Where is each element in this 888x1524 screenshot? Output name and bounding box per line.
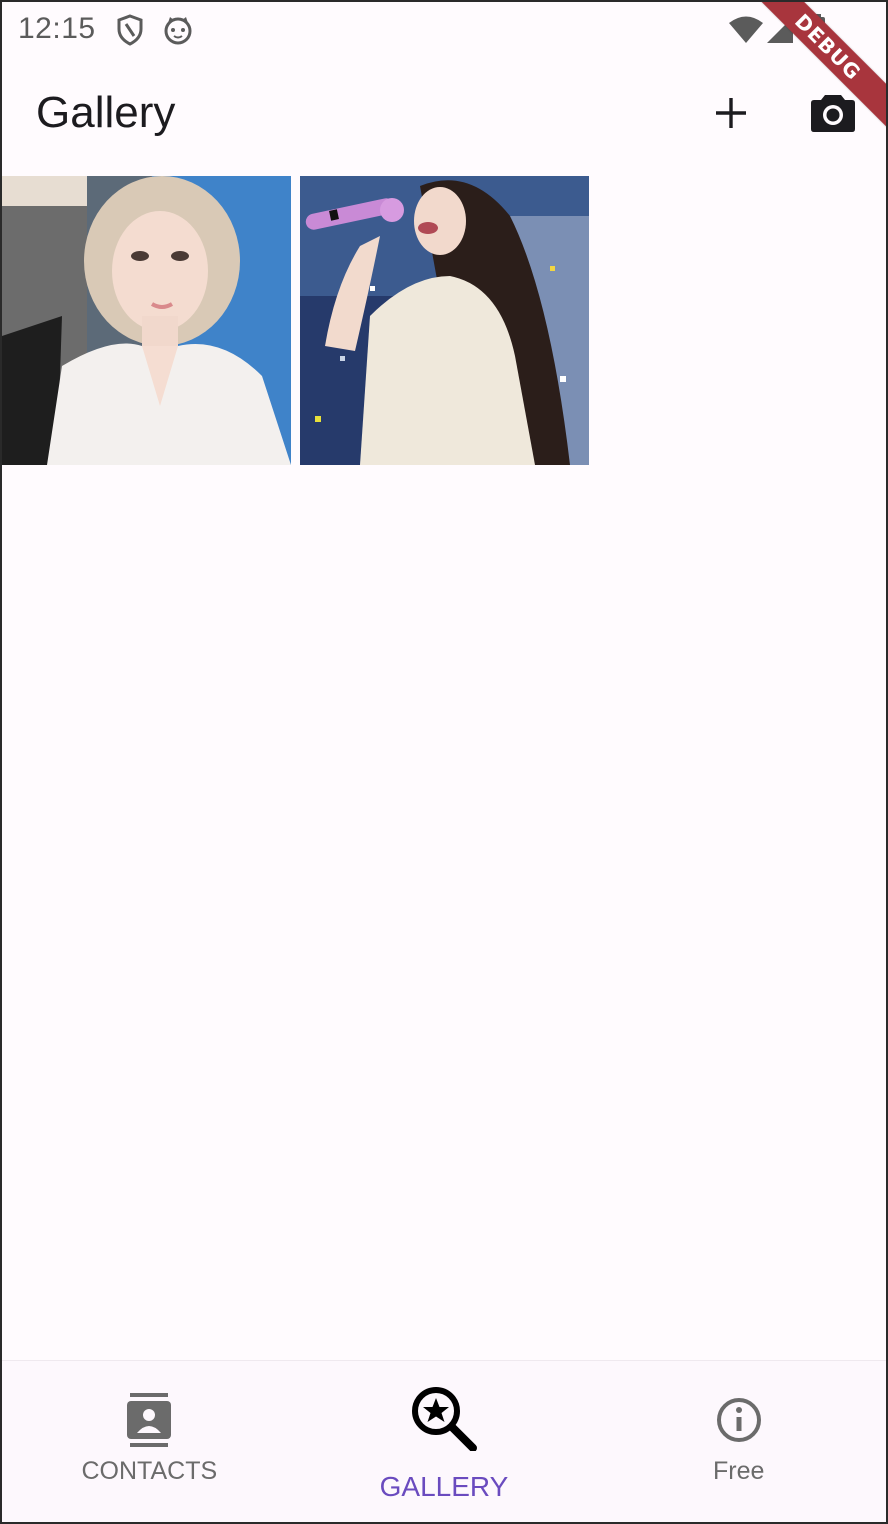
bottom-navigation: CONTACTS GALLERY Free	[2, 1360, 886, 1522]
photo-singer-image	[300, 176, 589, 465]
info-icon	[716, 1397, 762, 1448]
photo-selfie-image	[2, 176, 291, 465]
cat-face-icon	[162, 14, 194, 51]
gallery-grid	[2, 176, 589, 465]
status-time: 12:15	[18, 12, 96, 45]
page-title: Gallery	[36, 88, 176, 137]
camera-button[interactable]	[808, 90, 858, 140]
nav-label-gallery: GALLERY	[379, 1471, 509, 1502]
wifi-icon	[728, 16, 764, 49]
nav-item-gallery[interactable]: GALLERY	[297, 1361, 592, 1522]
gallery-photo-2[interactable]	[300, 176, 589, 465]
nav-item-contacts[interactable]: CONTACTS	[2, 1361, 297, 1522]
add-button[interactable]	[706, 90, 756, 140]
contacts-icon	[126, 1393, 172, 1452]
image-search-icon	[410, 1385, 478, 1456]
app-screen: 12:15 Gallery DEBUG CONTACTS GALLERY Fre…	[0, 0, 888, 1524]
nav-item-free[interactable]: Free	[591, 1361, 886, 1522]
camera-icon	[810, 93, 856, 138]
shield-icon	[116, 14, 144, 51]
status-bar: 12:15	[2, 2, 886, 58]
gallery-photo-1[interactable]	[2, 176, 291, 465]
nav-label-free: Free	[712, 1457, 765, 1485]
nav-label-contacts: CONTACTS	[81, 1457, 218, 1485]
add-icon	[713, 95, 749, 136]
